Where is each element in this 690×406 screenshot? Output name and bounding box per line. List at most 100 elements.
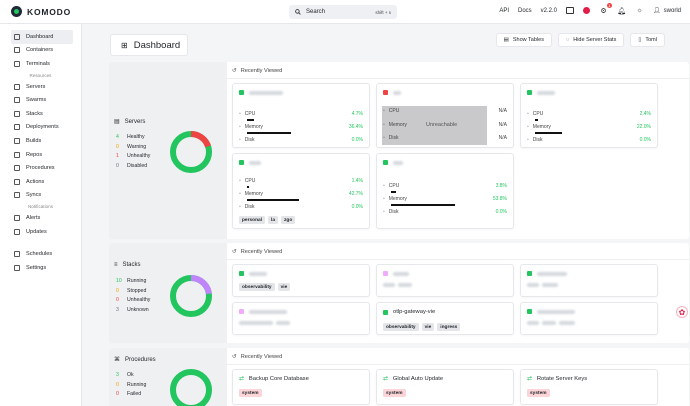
sidebar-item-servers[interactable]: Servers	[11, 80, 73, 94]
sidebar-item-terminals[interactable]: Terminals	[11, 57, 73, 71]
stack-card[interactable]	[376, 264, 514, 297]
stack-card[interactable]: observability vie	[232, 264, 370, 297]
show-tables-label: Show Tables	[512, 37, 544, 43]
stack-card[interactable]	[232, 302, 370, 335]
sidebar-item-settings[interactable]: Settings	[11, 261, 73, 275]
tag[interactable]: ingress	[437, 323, 461, 331]
api-link[interactable]: API	[499, 8, 509, 14]
tag[interactable]: observability	[239, 283, 275, 291]
memory-stat: ▫ Memory 42.7%	[239, 191, 363, 197]
legend-count: 3	[116, 372, 119, 378]
memory-label: Memory	[532, 124, 551, 130]
extension-fab-icon[interactable]: ✿	[676, 306, 688, 318]
app-name: KOMODO	[27, 6, 71, 17]
server-card[interactable]: ▫ CPU 1.4% ▫ Memory 42.7% ▫ Disk 0.0% personal…	[232, 153, 370, 229]
cpu-value: N/A	[498, 108, 507, 114]
servers-summary[interactable]: ▤ Servers 4 Healthy 0 Warning 1 Unhealthy 0 D…	[109, 62, 227, 239]
server-card[interactable]: ▫ CPU 3.8% ▫ Memory 53.8% ▫ Disk 0.0%	[376, 153, 514, 229]
user-menu[interactable]: 👤︎ sworld	[653, 7, 681, 15]
updates-count-badge: 1	[606, 3, 613, 8]
memory-stat: ▫ Memory 53.8%	[383, 196, 507, 202]
cpu-stat: ▫ CPU 1.4%	[239, 178, 363, 184]
cpu-label: CPU	[244, 111, 256, 117]
sidebar-item-label: Deployments	[26, 124, 59, 131]
toml-label: Toml	[645, 37, 657, 43]
sidebar-item-procedures[interactable]: Procedures	[11, 161, 73, 175]
show-tables-button[interactable]: ▤ Show Tables	[495, 33, 552, 47]
tag[interactable]: system	[239, 389, 262, 397]
stacks-summary[interactable]: ≡ Stacks 10 Running 0 Stopped 0 Unhealthy 3 U…	[109, 243, 227, 343]
disk-label: Disk	[244, 204, 255, 210]
sidebar-item-swarms[interactable]: Swarms	[11, 93, 73, 107]
sidebar-item-actions[interactable]: Actions	[11, 175, 73, 189]
toml-button[interactable]: ▯ Toml	[630, 33, 665, 47]
procedures-donut-chart	[170, 369, 212, 406]
sidebar-item-builds[interactable]: Builds	[11, 134, 73, 148]
legend-label: Running	[127, 278, 147, 284]
tag[interactable]: system	[383, 389, 406, 397]
stack-name	[239, 271, 267, 276]
stack-card[interactable]: otlp-gateway-vie observability vie ingress	[376, 302, 514, 335]
cpu-label: CPU	[244, 178, 256, 184]
stack-card[interactable]	[520, 264, 658, 297]
procedure-tags: system	[239, 389, 265, 397]
docs-link[interactable]: Docs	[518, 8, 532, 14]
memory-stat: ▫ Memory N/A	[383, 122, 507, 128]
sidebar-item-containers[interactable]: Containers	[11, 44, 73, 58]
disk-value: N/A	[498, 135, 507, 141]
sidebar-item-deployments[interactable]: Deployments	[11, 121, 73, 135]
tag[interactable]: personal	[239, 216, 265, 224]
disk-label: Disk	[388, 135, 399, 141]
legend-count: 0	[116, 391, 119, 398]
alert-icon	[14, 214, 20, 221]
cpu-label: CPU	[388, 183, 400, 189]
procedure-card[interactable]: ⇄ Global Auto Update system	[376, 369, 514, 405]
tag[interactable]: vie	[421, 323, 435, 331]
server-status-icon	[239, 160, 244, 165]
server-card[interactable]: ▫ CPU 2.4% ▫ Memory 22.0% ▫ Disk 0.0%	[520, 83, 658, 148]
build-icon	[14, 137, 20, 144]
keyboard-icon[interactable]	[566, 7, 575, 14]
stack-card[interactable]	[520, 302, 658, 335]
sidebar-item-schedules[interactable]: Schedules	[11, 247, 73, 261]
bell-icon[interactable]: 🔔︎	[617, 6, 626, 15]
procedure-icon	[14, 165, 20, 172]
search-bar[interactable]: Search shift + s	[289, 5, 397, 19]
procedure-card[interactable]: ⇄ Rotate Server Keys system	[520, 369, 658, 405]
theme-toggle-icon[interactable]: ☼	[635, 6, 644, 15]
legend-row: 0 Warning	[116, 144, 150, 154]
history-icon: ↺	[232, 68, 237, 74]
terminal-icon	[14, 60, 20, 67]
sidebar-item-syncs[interactable]: Syncs	[11, 189, 73, 203]
server-card[interactable]: ▫ CPU 4.7% ▫ Memory 36.4% ▫ Disk 0.0%	[232, 83, 370, 148]
sidebar-item-updates[interactable]: Updates	[11, 225, 73, 239]
server-card[interactable]: Unreachable ▫ CPU N/A ▫ Memory N/A ▫ Disk N/A	[376, 83, 514, 148]
memory-value: 42.7%	[348, 191, 363, 197]
legend-label: Stopped	[127, 287, 147, 294]
app-logo[interactable]: KOMODO	[11, 6, 71, 17]
procedure-card[interactable]: ⇄ Backup Core Database system	[232, 369, 370, 405]
stack-status-icon	[383, 271, 388, 276]
updates-icon[interactable]: ⚙ 1	[599, 3, 613, 15]
hide-server-stats-label: Hide Server Stats	[573, 37, 617, 43]
sidebar-item-repos[interactable]: Repos	[11, 148, 73, 162]
sidebar-item-dashboard[interactable]: Dashboard	[11, 30, 73, 44]
hide-server-stats-button[interactable]: ◌ Hide Server Stats	[557, 33, 625, 47]
server-tags: personal la zgo	[239, 216, 298, 224]
cpu-label: CPU	[388, 108, 400, 114]
disk-label: Disk	[388, 209, 399, 215]
legend-label: Unhealthy	[127, 153, 151, 160]
tag[interactable]: observability	[383, 323, 419, 331]
tag[interactable]: system	[527, 389, 550, 397]
status-dot-icon[interactable]	[583, 7, 591, 14]
stack-tags	[527, 283, 558, 289]
server-status-icon	[383, 160, 388, 165]
legend-row: 10 Running	[116, 278, 150, 288]
sidebar-item-stacks[interactable]: Stacks	[11, 107, 73, 121]
procedures-summary[interactable]: ⌘ Procedures 3 Ok 0 Running 0 Failed	[109, 348, 227, 406]
sidebar-item-alerts[interactable]: Alerts	[11, 211, 73, 225]
tag[interactable]: zgo	[281, 216, 296, 224]
tag[interactable]: vie	[277, 283, 291, 291]
disk-icon: ▫	[239, 137, 241, 143]
tag[interactable]: la	[268, 216, 279, 224]
